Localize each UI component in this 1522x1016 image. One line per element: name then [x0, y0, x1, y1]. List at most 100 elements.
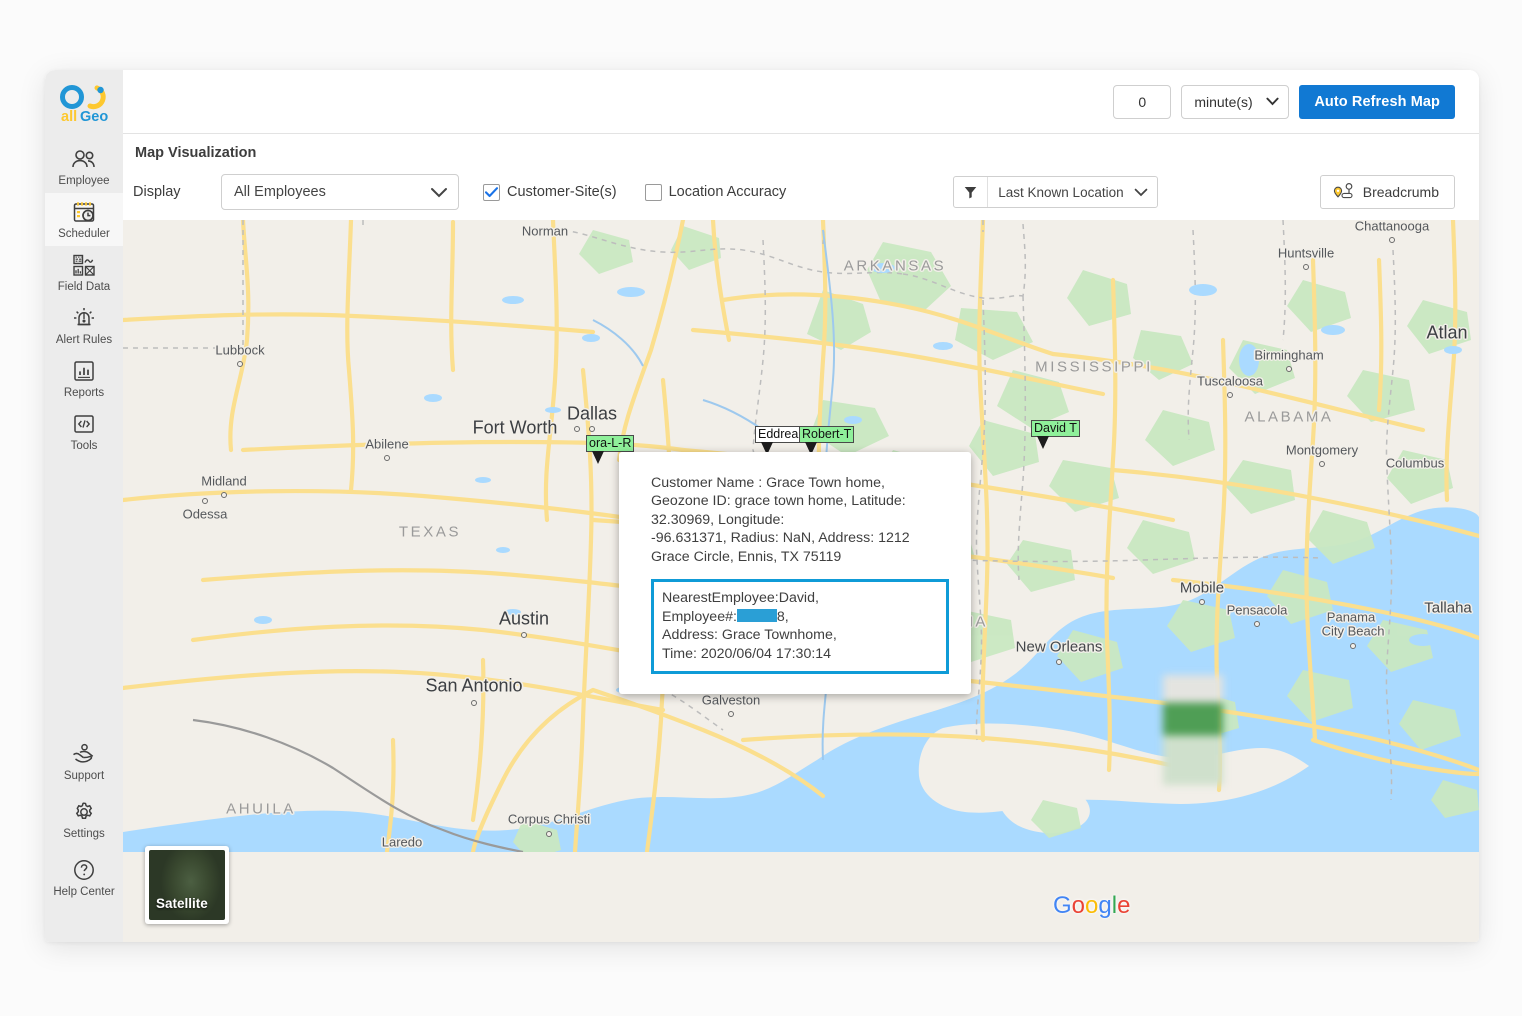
location-accuracy-checkbox[interactable]: Location Accuracy [644, 183, 787, 201]
location-filter-value: Last Known Location [998, 184, 1124, 200]
location-filter-select[interactable]: Last Known Location [953, 176, 1158, 208]
display-employee-select[interactable]: All Employees [221, 174, 459, 210]
svg-text:Geo: Geo [80, 109, 108, 125]
sidebar-item-reports[interactable]: Reports [45, 352, 123, 405]
allgeo-logo[interactable]: all Geo [52, 82, 116, 126]
question-circle-icon [45, 857, 123, 883]
sidebar-bottom-nav: Support Settings Help Center [45, 732, 123, 942]
map-city-dot [202, 498, 208, 504]
display-employee-value: All Employees [234, 184, 326, 200]
sidebar-item-label: Employee [58, 175, 110, 187]
nearest-employee-panel: NearestEmployee:David, Employee#: 8, Addr… [651, 579, 949, 675]
sidebar-item-settings[interactable]: Settings [45, 790, 123, 848]
location-accuracy-label: Location Accuracy [668, 184, 787, 200]
breadcrumb-button[interactable]: Breadcrumb [1319, 175, 1455, 209]
auto-refresh-map-button[interactable]: Auto Refresh Map [1299, 84, 1455, 119]
checkbox-box [483, 183, 500, 201]
sidebar-item-label: Scheduler [58, 228, 110, 240]
satellite-toggle-button[interactable]: Satellite [145, 846, 229, 924]
svg-text:all: all [61, 109, 77, 125]
funnel-icon [964, 186, 977, 198]
customer-sites-label: Customer-Site(s) [507, 184, 617, 200]
field-data-icon [45, 252, 123, 278]
map-city-dot [1056, 659, 1062, 665]
sidebar: all Geo Employee Scheduler Field Data Al… [45, 70, 123, 942]
sidebar-item-scheduler[interactable]: Scheduler [45, 193, 123, 246]
sidebar-item-label: Alert Rules [55, 334, 113, 346]
blurred-region [1163, 675, 1223, 785]
info-line: Grace Circle, Ennis, TX 75119 [651, 548, 842, 565]
map-city-dot [1303, 264, 1309, 270]
breadcrumb-icon [1333, 183, 1353, 199]
sidebar-item-alert-rules[interactable]: Alert Rules [45, 299, 123, 352]
satellite-thumbnail: Satellite [149, 850, 225, 920]
map-city-dot [1254, 621, 1260, 627]
nearest-employee-name: NearestEmployee:David, [662, 590, 819, 607]
filter-icon [954, 177, 989, 207]
map-city-dot [221, 492, 227, 498]
employee-number-prefix: Employee#: [662, 608, 737, 625]
refresh-interval-input[interactable] [1113, 84, 1172, 119]
nearest-employee-number: Employee#: 8, [662, 608, 938, 627]
sidebar-item-label: Reports [63, 387, 105, 399]
map-city-dot [384, 455, 390, 461]
map-viewport[interactable]: Norman Lubbock Abilene Midland Odessa Fort Wo… [123, 220, 1479, 942]
sidebar-item-label: Field Data [57, 281, 111, 293]
chevron-down-icon [1134, 188, 1157, 197]
map-city-dot [237, 361, 243, 367]
refresh-unit-select[interactable]: minute(s) [1181, 84, 1290, 119]
sidebar-item-label: Settings [63, 828, 105, 840]
app-window: all Geo Employee Scheduler Field Data Al… [45, 70, 1479, 942]
sidebar-item-field-data[interactable]: Field Data [45, 246, 123, 299]
map-city-dot [1227, 392, 1233, 398]
map-controls: Map Visualization Display All Employees [123, 134, 1479, 220]
breadcrumb-label: Breadcrumb [1362, 184, 1439, 200]
controls-row: Display All Employees Customer-Site(s) L… [133, 174, 1455, 210]
map-city-dot [1319, 461, 1325, 467]
nearest-employee-address: Address: Grace Townhome, [662, 627, 837, 644]
sidebar-item-support[interactable]: Support [45, 732, 123, 790]
map-city-dot [1199, 599, 1205, 605]
display-label: Display [133, 184, 181, 200]
alert-bell-icon [45, 305, 123, 331]
map-city-dot [589, 426, 595, 432]
gear-icon [45, 799, 123, 825]
google-letter: e [1117, 892, 1131, 919]
calendar-clock-icon [45, 199, 123, 225]
check-icon [485, 186, 498, 197]
map-city-dot [546, 831, 552, 837]
code-brackets-icon [45, 411, 123, 437]
info-line: -96.631371, Radius: NaN, Address: 1212 [651, 530, 910, 547]
chart-box-icon [45, 358, 123, 384]
google-letter: G [1053, 892, 1072, 919]
info-line: 32.30969, Longitude: [651, 511, 785, 528]
map-city-dot [728, 711, 734, 717]
checkbox-box [644, 183, 662, 201]
sidebar-item-help-center[interactable]: Help Center [45, 848, 123, 906]
hand-support-icon [45, 741, 123, 767]
top-toolbar: minute(s) Auto Refresh Map [123, 70, 1479, 134]
chevron-down-icon [1266, 97, 1279, 106]
sidebar-item-tools[interactable]: Tools [45, 405, 123, 458]
map-city-dot [1350, 643, 1356, 649]
google-letter: o [1071, 892, 1086, 919]
refresh-unit-value: minute(s) [1194, 93, 1253, 110]
people-icon [45, 146, 123, 172]
allgeo-logo-svg: all Geo [60, 85, 108, 125]
sidebar-item-employee[interactable]: Employee [45, 140, 123, 193]
employee-marker-pin [592, 449, 604, 464]
employee-marker-pin [1037, 434, 1049, 449]
sidebar-nav: Employee Scheduler Field Data Alert Rule… [45, 140, 123, 458]
google-letter: g [1098, 892, 1112, 919]
customer-sites-checkbox[interactable]: Customer-Site(s) [483, 183, 617, 201]
google-letter: o [1085, 892, 1099, 919]
sidebar-item-label: Tools [70, 440, 98, 452]
info-line: Customer Name : Grace Town home, [651, 475, 885, 491]
google-attribution: Google [1053, 892, 1130, 920]
nearest-employee-time: Time: 2020/06/04 17:30:14 [662, 645, 832, 662]
employee-number-suffix: 8, [776, 608, 789, 625]
map-city-dot [1286, 366, 1292, 372]
map-city-dot [1389, 237, 1395, 243]
sidebar-item-label: Help Center [53, 886, 115, 898]
map-city-dot [574, 426, 580, 432]
